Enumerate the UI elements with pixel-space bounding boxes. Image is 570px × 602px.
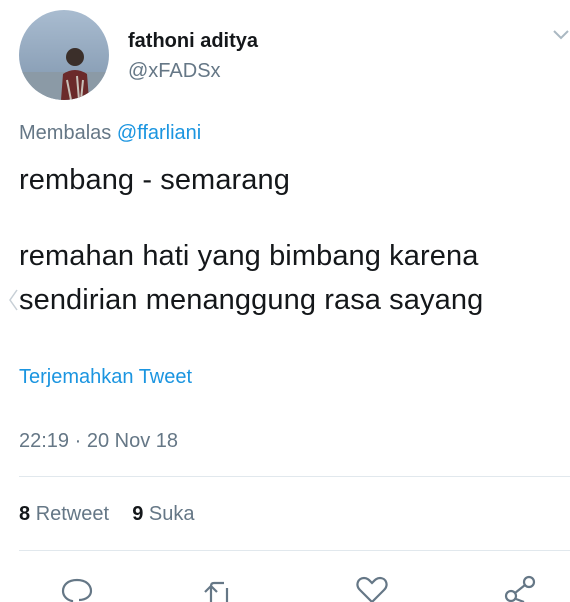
tweet-text-line: sendirian menanggung rasa sayang xyxy=(19,284,484,316)
tweet-stats: 8 Retweet 9 Suka xyxy=(19,503,194,526)
reply-button[interactable] xyxy=(57,572,97,602)
avatar[interactable] xyxy=(19,10,109,100)
like-stat[interactable]: 9 Suka xyxy=(132,503,194,525)
tweet-text-line: remahan hati yang bimbang karena xyxy=(19,240,479,272)
divider xyxy=(19,550,570,551)
tweet-detail: fathoni aditya @xFADSx Membalas @ffarlia… xyxy=(0,0,570,602)
chevron-down-icon[interactable] xyxy=(552,28,570,42)
reply-handle-link[interactable]: @ffarliani xyxy=(117,122,201,144)
like-button[interactable] xyxy=(352,572,392,602)
translate-tweet-link[interactable]: Terjemahkan Tweet xyxy=(19,366,192,389)
share-icon xyxy=(500,572,540,602)
display-name[interactable]: fathoni aditya xyxy=(128,30,258,53)
like-count: 9 xyxy=(132,503,144,525)
like-label: Suka xyxy=(148,503,195,525)
reply-context: Membalas @ffarliani xyxy=(19,122,201,145)
retweet-label: Retweet xyxy=(35,503,110,525)
retweet-count: 8 xyxy=(19,503,31,525)
tweet-text-line: rembang - semarang xyxy=(19,164,290,196)
side-scroll-icon[interactable] xyxy=(7,286,21,314)
retweet-stat[interactable]: 8 Retweet xyxy=(19,503,115,525)
share-button[interactable] xyxy=(500,572,540,602)
like-icon xyxy=(352,572,392,602)
timestamp: 22:19 · 20 Nov 18 xyxy=(19,430,178,452)
reply-prefix: Membalas xyxy=(19,122,112,144)
retweet-icon xyxy=(199,572,239,602)
user-handle[interactable]: @xFADSx xyxy=(128,60,221,83)
retweet-button[interactable] xyxy=(199,572,239,602)
reply-icon xyxy=(57,572,97,602)
divider xyxy=(19,476,570,477)
